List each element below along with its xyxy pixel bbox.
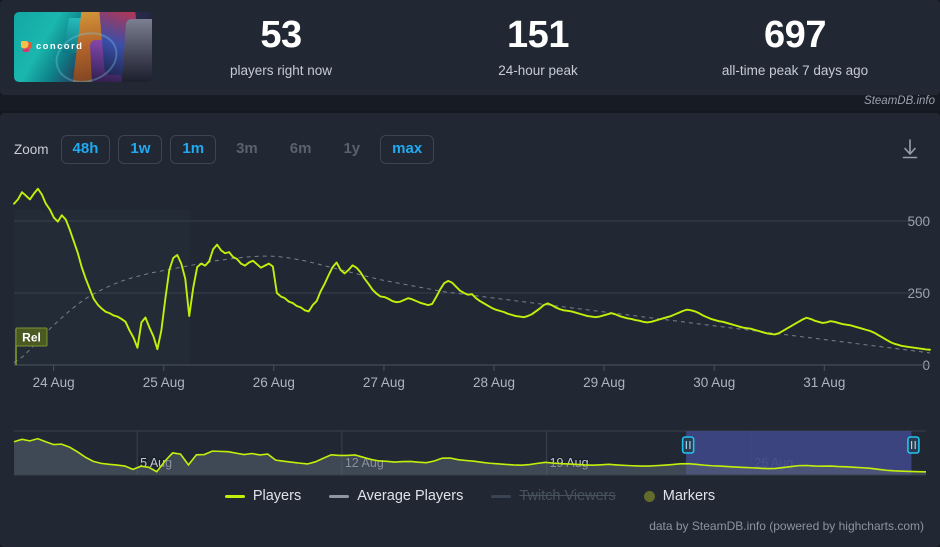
zoom-button-max[interactable]: max <box>380 135 435 164</box>
chart-plot-area[interactable]: 025050024 Aug25 Aug26 Aug27 Aug28 Aug29 … <box>0 175 940 435</box>
x-axis-label: 30 Aug <box>693 375 735 390</box>
legend-item-markers[interactable]: Markers <box>643 488 716 504</box>
marker-flag-label: Rel <box>22 331 41 345</box>
legend-item-average-players[interactable]: Average Players <box>329 488 463 504</box>
zoom-label: Zoom <box>14 142 49 157</box>
stat-players-now-label: players right now <box>229 63 333 78</box>
stat-peak-24h-value: 151 <box>507 14 569 56</box>
zoom-button-1w[interactable]: 1w <box>118 135 163 164</box>
x-axis-label: 27 Aug <box>363 375 405 390</box>
x-axis-label: 25 Aug <box>143 375 185 390</box>
legend-marker-players <box>224 494 245 498</box>
steamdb-watermark: SteamDB.info <box>864 95 935 107</box>
legend-label-twitch-viewers: Twitch Viewers <box>519 488 616 504</box>
zoom-button-48h[interactable]: 48h <box>60 135 111 164</box>
zoom-button-6m[interactable]: 6m <box>278 135 324 164</box>
x-axis-label: 28 Aug <box>473 375 515 390</box>
concord-logo: concord <box>21 41 83 52</box>
stats-card: concord 53 players right now 151 24-hour… <box>0 0 940 95</box>
stat-all-time-peak-value: 697 <box>764 14 826 56</box>
chart-card: Zoom 48h 1w 1m 3m 6m 1y max 025050024 Au… <box>0 113 940 547</box>
y-axis-label: 250 <box>907 286 930 301</box>
legend-label-markers: Markers <box>662 488 716 504</box>
stat-peak-24h: 151 24-hour peak <box>393 13 683 79</box>
chart-legend: Players Average Players Twitch Viewers M… <box>0 488 940 504</box>
stat-players-now: 53 players right now <box>136 13 426 79</box>
game-capsule-image[interactable]: concord <box>14 12 152 82</box>
steamdb-chart-page: concord 53 players right now 151 24-hour… <box>0 0 940 547</box>
chart-navigator[interactable]: 5 Aug12 Aug19 Aug26 Aug <box>0 423 940 483</box>
x-axis-label: 31 Aug <box>803 375 845 390</box>
navigator-handle-right[interactable] <box>907 436 920 454</box>
concord-logo-text: concord <box>36 41 84 52</box>
chart-credit: data by SteamDB.info (powered by highcha… <box>649 519 924 533</box>
concord-logo-icon <box>21 41 32 52</box>
legend-marker-twitch-viewers <box>491 494 512 498</box>
stat-all-time-peak-label: all-time peak 7 days ago <box>721 63 869 78</box>
legend-marker-average-players <box>329 494 350 498</box>
stat-players-now-value: 53 <box>260 14 302 56</box>
legend-item-players[interactable]: Players <box>224 488 302 504</box>
navigator-handle-left[interactable] <box>681 436 695 454</box>
zoom-button-1y[interactable]: 1y <box>331 135 372 164</box>
legend-label-average-players: Average Players <box>357 488 464 504</box>
legend-item-twitch-viewers[interactable]: Twitch Viewers <box>491 488 616 504</box>
y-axis-label: 500 <box>907 214 930 229</box>
x-axis-label: 29 Aug <box>583 375 625 390</box>
zoom-button-1m[interactable]: 1m <box>170 135 217 164</box>
x-axis-label: 24 Aug <box>33 375 75 390</box>
legend-marker-markers <box>643 490 655 502</box>
zoom-button-3m[interactable]: 3m <box>224 135 270 164</box>
legend-label-players: Players <box>252 488 302 504</box>
stat-all-time-peak: 697 all-time peak 7 days ago <box>650 13 940 79</box>
stat-peak-24h-label: 24-hour peak <box>498 63 578 78</box>
zoom-range-selector: Zoom 48h 1w 1m 3m 6m 1y max <box>14 135 435 164</box>
x-axis-label: 26 Aug <box>253 375 295 390</box>
watermark-strip: SteamDB.info <box>0 95 940 111</box>
download-icon[interactable] <box>896 135 924 163</box>
